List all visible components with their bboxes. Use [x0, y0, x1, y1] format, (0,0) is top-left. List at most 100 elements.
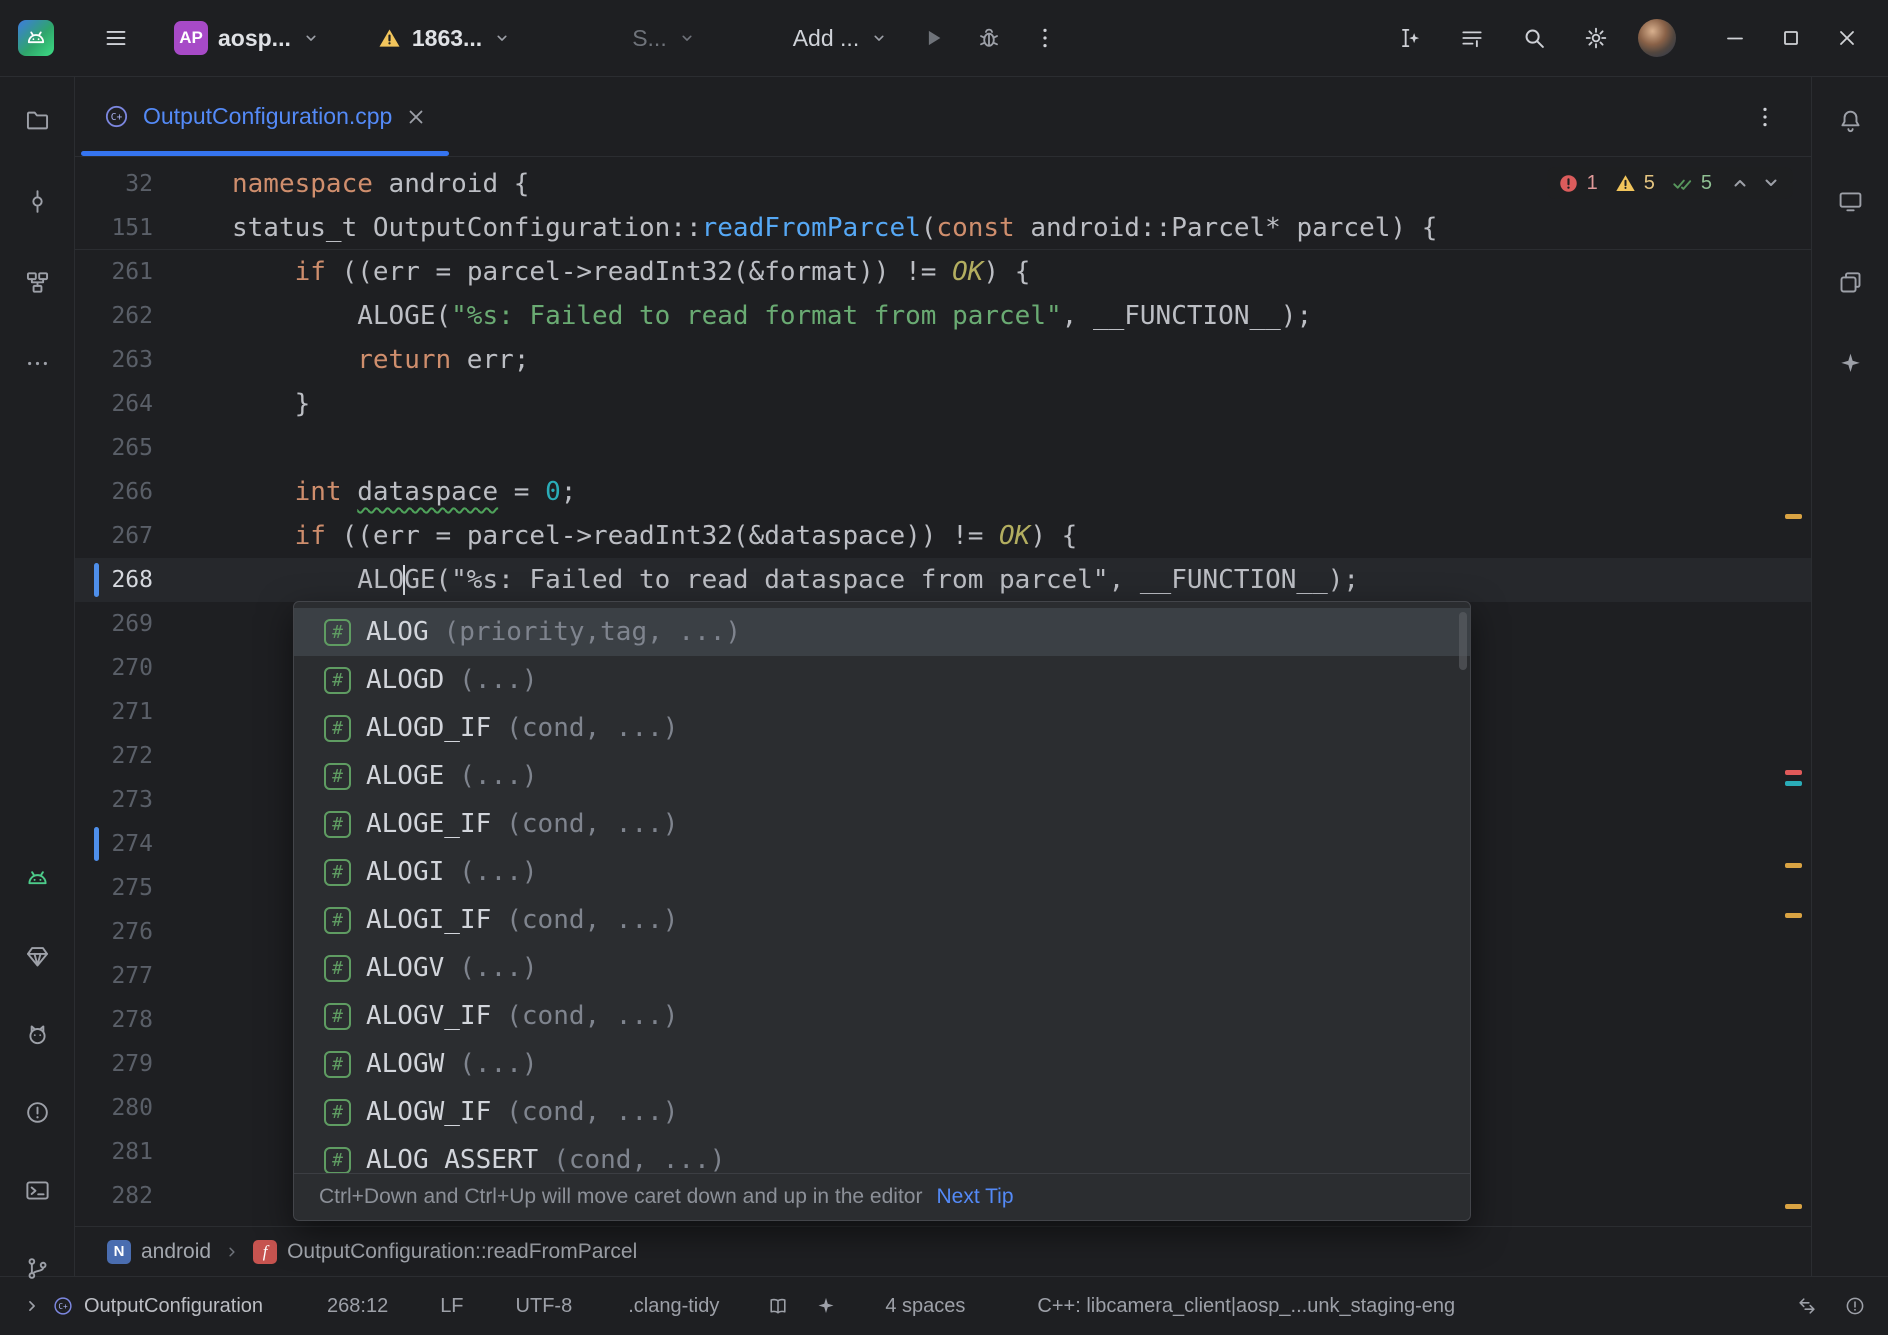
gutter[interactable]: 276: [75, 919, 232, 945]
line-number[interactable]: 278: [111, 1007, 153, 1033]
completion-item[interactable]: #ALOGW(...): [294, 1040, 1470, 1088]
notifications-icon[interactable]: [1830, 100, 1870, 140]
line-number[interactable]: 274: [111, 831, 153, 857]
gutter[interactable]: 264: [75, 391, 232, 417]
ai-assistant-icon[interactable]: [1830, 343, 1870, 383]
minimize-button[interactable]: [1712, 15, 1758, 61]
gutter[interactable]: 263: [75, 347, 232, 373]
line-number[interactable]: 263: [111, 347, 153, 373]
previous-problem-button[interactable]: [1728, 171, 1752, 195]
tab-close-icon[interactable]: [405, 106, 427, 128]
completion-item[interactable]: #ALOGE(...): [294, 752, 1470, 800]
line-number[interactable]: 151: [111, 215, 153, 241]
breadcrumb-function[interactable]: f OutputConfiguration::readFromParcel: [253, 1240, 637, 1264]
code-text[interactable]: ALOGE("%s: Failed to read format from pa…: [232, 301, 1312, 331]
completion-item[interactable]: #ALOG(priority,tag, ...): [294, 608, 1470, 656]
logcat-icon[interactable]: [17, 1014, 57, 1054]
gutter[interactable]: 271: [75, 699, 232, 725]
line-number[interactable]: 267: [111, 523, 153, 549]
line-number[interactable]: 281: [111, 1139, 153, 1165]
build-target-widget[interactable]: C++: libcamera_client|aosp_...unk_stagin…: [1037, 1295, 1455, 1318]
gutter[interactable]: 281: [75, 1139, 232, 1165]
line-number[interactable]: 271: [111, 699, 153, 725]
ai-code-actions-button[interactable]: [1390, 18, 1430, 58]
change-marker[interactable]: [94, 563, 99, 597]
project-selector[interactable]: AP aosp...: [174, 15, 321, 61]
code-text[interactable]: namespace android {: [232, 169, 529, 199]
chevron-right-icon[interactable]: [22, 1296, 42, 1316]
line-number[interactable]: 272: [111, 743, 153, 769]
commit-icon[interactable]: [17, 181, 57, 221]
stripe-info-marker[interactable]: [1785, 781, 1802, 786]
gutter[interactable]: 277: [75, 963, 232, 989]
indent-widget[interactable]: 4 spaces: [885, 1295, 965, 1318]
settings-button[interactable]: [1576, 18, 1616, 58]
completion-item[interactable]: #ALOGW_IF(cond, ...): [294, 1088, 1470, 1136]
popup-scrollbar[interactable]: [1459, 612, 1467, 670]
android-icon[interactable]: [17, 858, 57, 898]
inspections-widget[interactable]: 1 5 5: [1547, 167, 1793, 199]
gutter[interactable]: 273: [75, 787, 232, 813]
running-devices-icon[interactable]: [1830, 181, 1870, 221]
structure-icon[interactable]: [17, 262, 57, 302]
line-number[interactable]: 268: [111, 567, 153, 593]
reader-mode-icon[interactable]: [767, 1295, 789, 1317]
gutter[interactable]: 270: [75, 655, 232, 681]
line-number[interactable]: 282: [111, 1183, 153, 1209]
gutter[interactable]: 261: [75, 259, 232, 285]
line-number[interactable]: 273: [111, 787, 153, 813]
code-line[interactable]: 264 }: [75, 382, 1811, 426]
gemini-icon[interactable]: [17, 936, 57, 976]
code-line[interactable]: 262 ALOGE("%s: Failed to read format fro…: [75, 294, 1811, 338]
stripe-warning-marker[interactable]: [1785, 913, 1802, 918]
completion-item[interactable]: #ALOGV(...): [294, 944, 1470, 992]
line-separator-widget[interactable]: LF: [440, 1295, 463, 1318]
gutter[interactable]: 282: [75, 1183, 232, 1209]
code-line[interactable]: 266 int dataspace = 0;: [75, 470, 1811, 514]
add-configuration-button[interactable]: Add ...: [793, 15, 889, 61]
breadcrumb-namespace[interactable]: N android: [107, 1240, 211, 1264]
clang-tidy-widget[interactable]: .clang-tidy: [628, 1295, 719, 1318]
gutter[interactable]: 267: [75, 523, 232, 549]
line-number[interactable]: 269: [111, 611, 153, 637]
more-icon[interactable]: [17, 343, 57, 383]
main-menu-button[interactable]: [96, 18, 136, 58]
stripe-warning-marker[interactable]: [1785, 514, 1802, 519]
status-info-icon[interactable]: [1844, 1295, 1866, 1317]
next-tip-link[interactable]: Next Tip: [936, 1185, 1013, 1209]
search-everywhere-button[interactable]: [1514, 18, 1554, 58]
gutter[interactable]: 151: [75, 215, 232, 241]
completion-item[interactable]: #ALOGV_IF(cond, ...): [294, 992, 1470, 1040]
version-control-icon[interactable]: [17, 1248, 57, 1288]
vcs-widget[interactable]: 1863...: [377, 15, 512, 61]
code-text[interactable]: status_t OutputConfiguration::readFromPa…: [232, 213, 1437, 243]
completion-item[interactable]: #ALOGE_IF(cond, ...): [294, 800, 1470, 848]
line-number[interactable]: 265: [111, 435, 153, 461]
completion-item[interactable]: #ALOGI_IF(cond, ...): [294, 896, 1470, 944]
user-avatar[interactable]: [1638, 19, 1676, 57]
code-line[interactable]: 151 status_t OutputConfiguration::readFro…: [75, 206, 1811, 250]
project-folder-icon[interactable]: [17, 100, 57, 140]
stripe-warning-marker[interactable]: [1785, 1204, 1802, 1209]
completion-item[interactable]: #ALOGI(...): [294, 848, 1470, 896]
line-number[interactable]: 279: [111, 1051, 153, 1077]
editor-toolbar-options-button[interactable]: [1452, 18, 1492, 58]
line-number[interactable]: 264: [111, 391, 153, 417]
code-text[interactable]: if ((err = parcel->readInt32(&format)) !…: [232, 257, 1030, 287]
gutter[interactable]: 265: [75, 435, 232, 461]
stripe-warning-marker[interactable]: [1785, 863, 1802, 868]
close-button[interactable]: [1824, 15, 1870, 61]
completion-item[interactable]: #ALOG_ASSERT(cond, ...): [294, 1136, 1470, 1173]
tab-outputconfiguration-cpp[interactable]: C+ OutputConfiguration.cpp: [77, 77, 453, 156]
gutter[interactable]: 269: [75, 611, 232, 637]
line-number[interactable]: 270: [111, 655, 153, 681]
sparkle-icon[interactable]: [815, 1295, 837, 1317]
code-text[interactable]: ALOGE("%s: Failed to read dataspace from…: [232, 565, 1359, 596]
code-line[interactable]: 261 if ((err = parcel->readInt32(&format…: [75, 250, 1811, 294]
terminal-icon[interactable]: [17, 1170, 57, 1210]
run-button[interactable]: [913, 18, 953, 58]
line-number[interactable]: 261: [111, 259, 153, 285]
code-text[interactable]: }: [232, 389, 310, 419]
line-number[interactable]: 277: [111, 963, 153, 989]
code-line[interactable]: 263 return err;: [75, 338, 1811, 382]
